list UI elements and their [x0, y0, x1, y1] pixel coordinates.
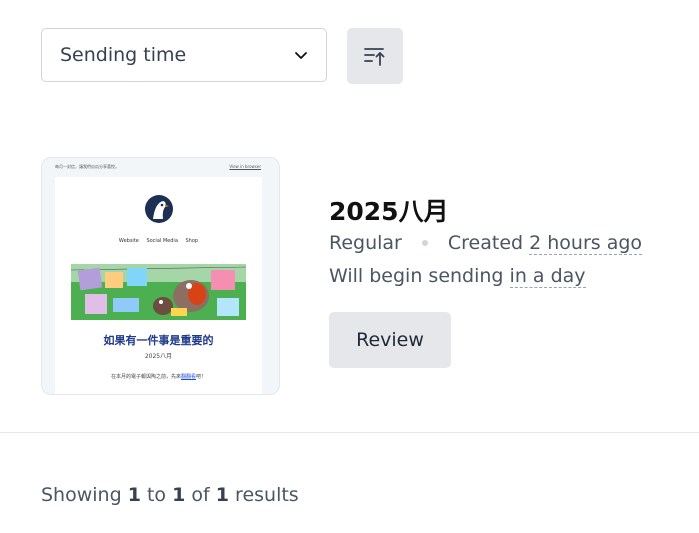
thumbnail-view-in-browser: View in browser	[229, 164, 261, 169]
footer-from: 1	[127, 484, 141, 506]
sort-ascending-icon	[364, 48, 385, 66]
thumbnail-heading: 如果有一件事是重要的	[103, 334, 214, 347]
thumbnail-preheader: 每月一封信，讓我們瓜瓜分享喜悅。	[55, 164, 119, 169]
divider	[0, 432, 699, 433]
created-time[interactable]: 2 hours ago	[529, 232, 643, 255]
banner-illustration	[71, 264, 246, 320]
separator-dot	[421, 240, 428, 246]
thumbnail-email-sheet: Website Social Media Shop 如果有一件事是重要的 202…	[55, 177, 262, 394]
sort-select-value: Sending time	[60, 44, 187, 66]
thumbnail-link-social: Social Media	[146, 238, 178, 244]
footer-of-word: of	[191, 484, 210, 506]
thumbnail-nav-links: Website Social Media Shop	[55, 238, 262, 244]
campaign-thumbnail[interactable]: 每月一封信，讓我們瓜瓜分享喜悅。 View in browser Website…	[41, 157, 280, 395]
thumbnail-date: 2025八月	[144, 353, 173, 360]
thumbnail-body-text: 在本月的電子報與陶之前，先來翻翻看吧！	[55, 373, 262, 380]
campaign-status: Will begin sending in a day	[329, 265, 586, 288]
campaign-type: Regular	[329, 232, 402, 254]
thumbnail-body-suffix: 吧！	[196, 374, 207, 380]
status-time[interactable]: in a day	[509, 265, 586, 288]
thumbnail-link-shop: Shop	[185, 238, 199, 244]
thumbnail-topbar: 每月一封信，讓我們瓜瓜分享喜悅。 View in browser	[55, 164, 261, 170]
footer-prefix: Showing	[41, 484, 122, 506]
footer-to-word: to	[146, 484, 167, 506]
thumbnail-body-prefix: 在本月的電子報與陶之前，先來	[110, 374, 181, 380]
thumbnail-body-link: 翻翻看	[180, 374, 196, 380]
created-label: Created	[447, 232, 524, 254]
review-button[interactable]: Review	[329, 312, 451, 368]
sort-select[interactable]: Sending time	[41, 28, 327, 82]
status-prefix: Will begin sending	[329, 265, 504, 287]
footer-total: 1	[215, 484, 229, 506]
thumbnail-link-website: Website	[118, 238, 139, 244]
chevron-down-icon	[295, 52, 307, 59]
campaign-title: 2025八月	[329, 197, 449, 226]
sort-direction-button[interactable]	[347, 28, 403, 84]
penguin-logo-icon	[142, 192, 176, 226]
footer-suffix: results	[235, 484, 299, 506]
footer-to: 1	[172, 484, 186, 506]
campaign-meta: Regular Created 2 hours ago	[329, 232, 643, 255]
pagination-summary: Showing 1 to 1 of 1 results	[41, 484, 299, 506]
